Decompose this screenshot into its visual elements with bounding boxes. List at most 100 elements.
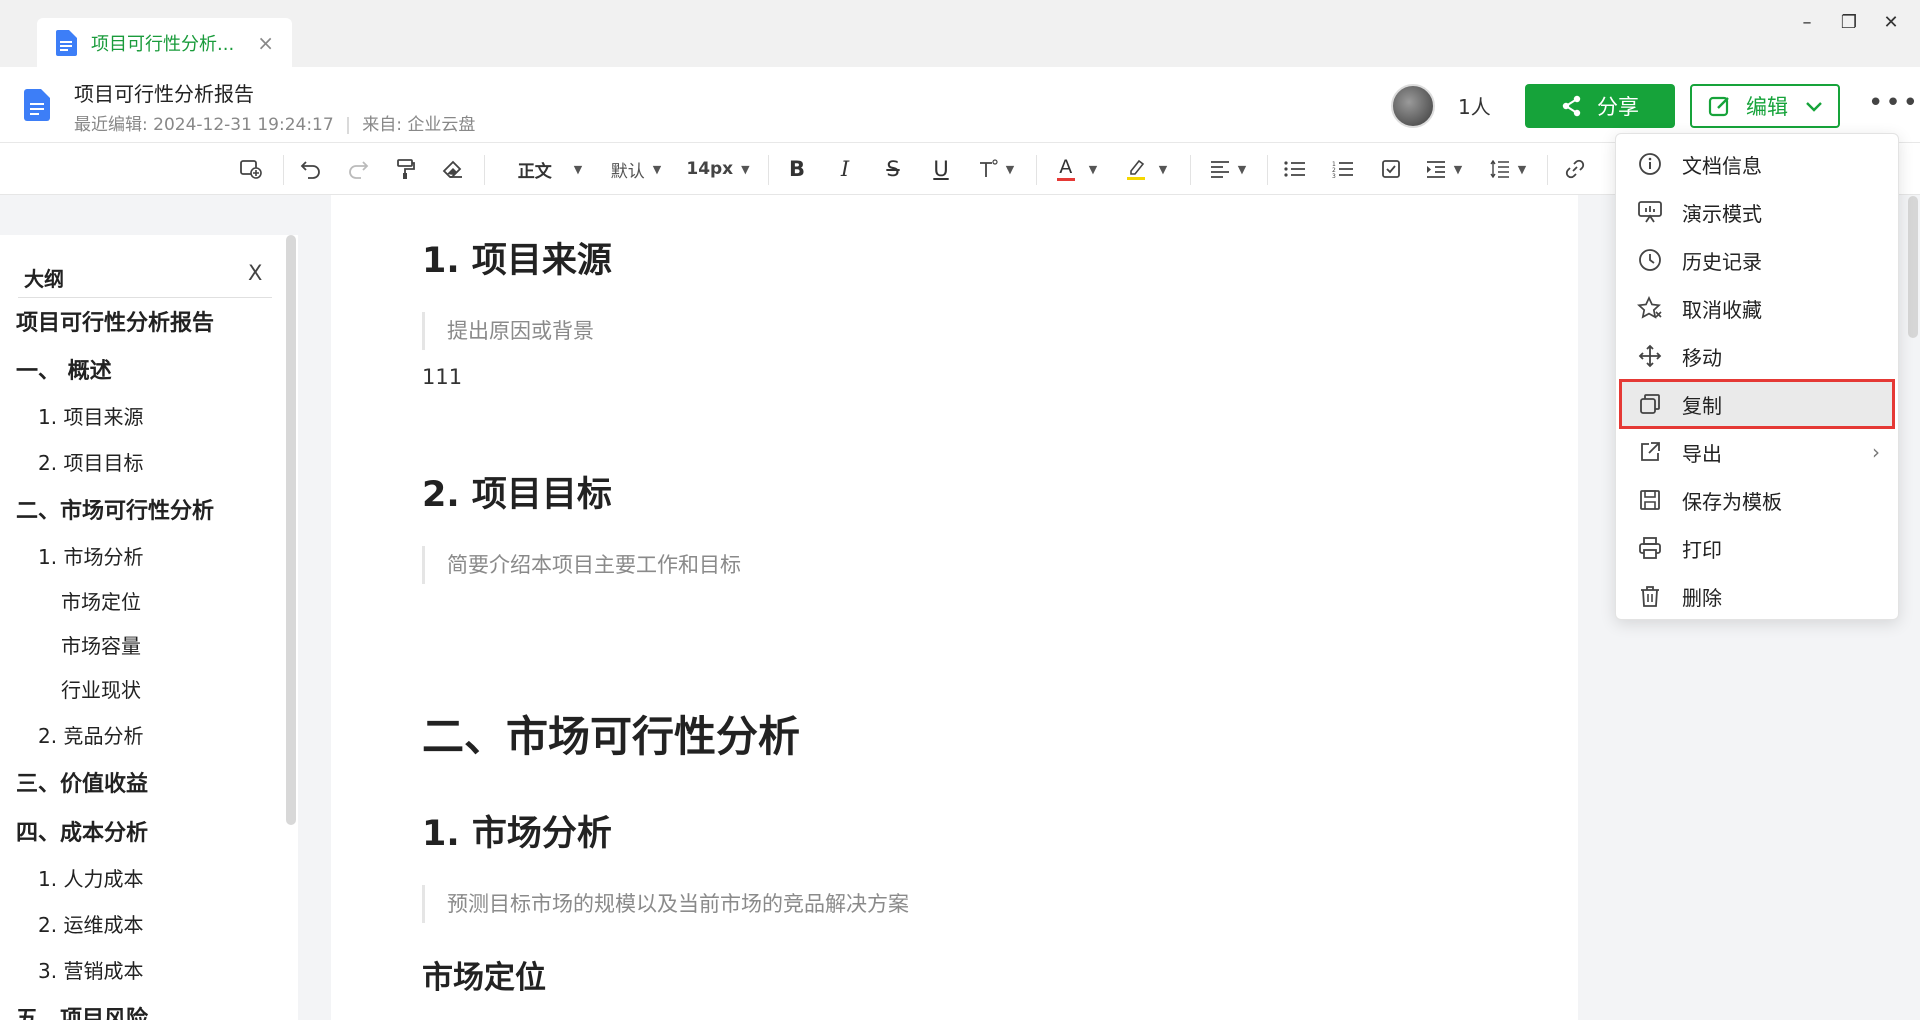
- edit-label: 编辑: [1746, 95, 1788, 119]
- outline-item[interactable]: 1. 项目来源: [38, 401, 143, 430]
- export-icon: [1636, 438, 1664, 466]
- document-icon: [56, 30, 77, 56]
- trash-icon: [1636, 582, 1664, 610]
- underline-button[interactable]: U: [924, 143, 958, 195]
- move-icon: [1636, 342, 1664, 370]
- italic-button[interactable]: I: [828, 143, 862, 195]
- outline-item[interactable]: 二、市场可行性分析: [16, 493, 214, 525]
- quote-block[interactable]: 提出原因或背景: [422, 312, 594, 350]
- font-family-select[interactable]: 默认 ▼: [603, 143, 669, 195]
- close-window-button[interactable]: ✕: [1876, 12, 1906, 33]
- superscript-icon: [979, 159, 998, 177]
- document-scrollbar[interactable]: [1908, 196, 1918, 338]
- chevron-down-icon: ▼: [1237, 162, 1247, 176]
- bold-button[interactable]: B: [780, 143, 814, 195]
- outline-panel: 大纲 X 项目可行性分析报告 一、 概述 1. 项目来源 2. 项目目标 二、市…: [0, 235, 298, 1020]
- outline-item[interactable]: 市场定位: [61, 586, 141, 615]
- edit-icon: [1708, 96, 1729, 117]
- tab-document[interactable]: 项目可行性分析... ×: [37, 18, 292, 68]
- outline-item[interactable]: 项目可行性分析报告: [16, 305, 214, 337]
- quote-block[interactable]: 预测目标市场的规模以及当前市场的竞品解决方案: [422, 885, 909, 923]
- chevron-down-icon: ▼: [573, 162, 583, 176]
- menu-item-save-template[interactable]: 保存为模板: [1620, 476, 1894, 524]
- menu-item-presentation[interactable]: 演示模式: [1620, 188, 1894, 236]
- tab-close-icon[interactable]: ×: [257, 31, 274, 55]
- outline-item[interactable]: 1. 人力成本: [38, 863, 143, 892]
- heading[interactable]: 2. 项目目标: [422, 466, 612, 517]
- document-title[interactable]: 项目可行性分析报告: [74, 78, 254, 107]
- more-options-button[interactable]: •••: [1868, 90, 1920, 116]
- tab-bar: 项目可行性分析... × – ❐ ✕: [0, 0, 1920, 68]
- menu-item-copy[interactable]: 复制: [1619, 379, 1895, 429]
- outline-item[interactable]: 行业现状: [61, 674, 141, 703]
- menu-item-label: 导出: [1682, 441, 1722, 466]
- menu-item-label: 历史记录: [1682, 249, 1762, 274]
- heading[interactable]: 市场定位: [422, 952, 546, 997]
- menu-item-print[interactable]: 打印: [1620, 524, 1894, 572]
- restore-window-button[interactable]: ❐: [1834, 12, 1864, 33]
- minimize-window-button[interactable]: –: [1792, 12, 1822, 33]
- link-button[interactable]: [1558, 143, 1592, 195]
- heading[interactable]: 1. 项目来源: [422, 232, 612, 283]
- menu-item-history[interactable]: 历史记录: [1620, 236, 1894, 284]
- comment-add-icon: [240, 160, 262, 179]
- edit-button[interactable]: 编辑: [1690, 84, 1840, 128]
- outline-item[interactable]: 2. 项目目标: [38, 447, 143, 476]
- chevron-down-icon: [1806, 102, 1822, 112]
- menu-item-export[interactable]: 导出 ›: [1620, 428, 1894, 476]
- outline-item[interactable]: 2. 竞品分析: [38, 720, 143, 749]
- quote-block[interactable]: 简要介绍本项目主要工作和目标: [422, 546, 741, 584]
- align-button[interactable]: ▼: [1202, 143, 1254, 195]
- outline-close-button[interactable]: X: [248, 261, 262, 285]
- document-header: 项目可行性分析报告 最近编辑: 2024-12-31 19:24:17 | 来自…: [0, 67, 1920, 143]
- font-color-icon: A: [1056, 157, 1075, 181]
- highlight-color-button[interactable]: ▼: [1118, 143, 1176, 195]
- clear-format-button[interactable]: [436, 143, 470, 195]
- font-color-button[interactable]: A ▼: [1048, 143, 1106, 195]
- heading[interactable]: 1. 市场分析: [422, 805, 612, 856]
- outline-item[interactable]: 一、 概述: [16, 353, 112, 385]
- paragraph[interactable]: 111: [422, 365, 462, 389]
- bullet-list-icon: [1284, 161, 1305, 177]
- font-size-select[interactable]: 14px ▼: [682, 143, 754, 195]
- menu-item-delete[interactable]: 删除: [1620, 572, 1894, 620]
- outline-item[interactable]: 2. 运维成本: [38, 909, 143, 938]
- outline-item[interactable]: 1. 市场分析: [38, 541, 143, 570]
- outline-item[interactable]: 四、成本分析: [16, 815, 148, 847]
- outline-item[interactable]: 五、项目风险: [16, 1001, 148, 1020]
- outline-item[interactable]: 三、价值收益: [16, 766, 148, 798]
- superscript-button[interactable]: ▼: [970, 143, 1022, 195]
- format-painter-button[interactable]: [389, 143, 423, 195]
- line-spacing-button[interactable]: ▼: [1482, 143, 1534, 195]
- insert-comment-button[interactable]: [234, 143, 268, 195]
- outline-item[interactable]: 3. 营销成本: [38, 955, 143, 984]
- share-button[interactable]: 分享: [1525, 84, 1675, 128]
- svg-text:3: 3: [1332, 173, 1336, 178]
- heading[interactable]: 二、市场可行性分析: [422, 703, 800, 764]
- redo-button[interactable]: [341, 143, 375, 195]
- avatar[interactable]: [1391, 84, 1435, 128]
- outline-scrollbar[interactable]: [286, 235, 296, 825]
- highlighter-icon: [1126, 158, 1145, 180]
- menu-item-label: 保存为模板: [1682, 489, 1782, 514]
- menu-item-label: 演示模式: [1682, 201, 1762, 226]
- checklist-button[interactable]: [1374, 143, 1408, 195]
- menu-item-move[interactable]: 移动: [1620, 332, 1894, 380]
- strikethrough-button[interactable]: S: [876, 143, 910, 195]
- numbered-list-button[interactable]: 123: [1326, 143, 1360, 195]
- collaborator-count[interactable]: 1人: [1458, 91, 1491, 120]
- outline-item[interactable]: 市场容量: [61, 630, 141, 659]
- menu-item-unfavorite[interactable]: 取消收藏: [1620, 284, 1894, 332]
- chevron-down-icon: ▼: [1517, 162, 1527, 176]
- indent-button[interactable]: ▼: [1418, 143, 1470, 195]
- paragraph-style-select[interactable]: 正文 ▼: [508, 143, 592, 195]
- bullet-list-button[interactable]: [1278, 143, 1312, 195]
- last-edit-label: 最近编辑:: [74, 115, 148, 135]
- undo-button[interactable]: [294, 143, 328, 195]
- menu-item-document-info[interactable]: 文档信息: [1620, 140, 1894, 188]
- menu-item-label: 复制: [1682, 393, 1722, 418]
- chevron-down-icon: ▼: [1158, 162, 1168, 176]
- document-icon: [24, 89, 50, 121]
- line-spacing-icon: [1490, 160, 1509, 178]
- chevron-down-icon: ▼: [1453, 162, 1463, 176]
